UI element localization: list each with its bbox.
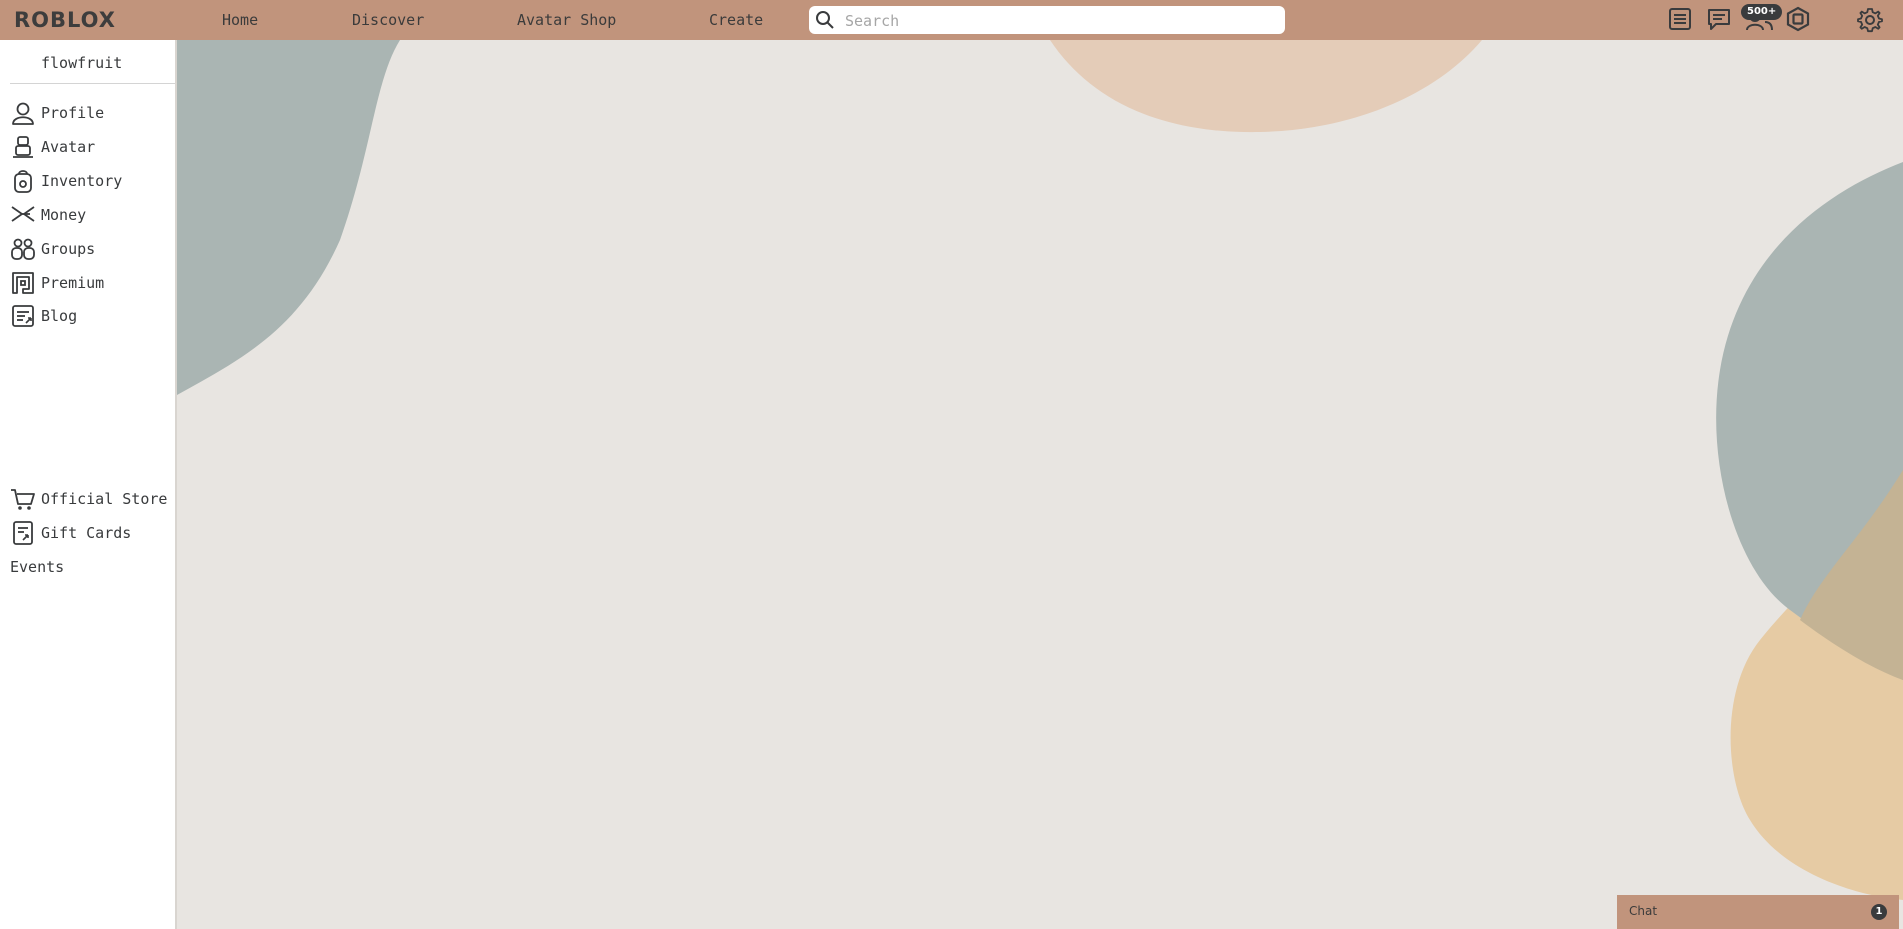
cart-icon: [11, 489, 35, 510]
sidebar-item-label: Inventory: [41, 172, 123, 190]
avatar-icon: [13, 136, 33, 158]
groups-icon: [11, 238, 35, 260]
nav-discover[interactable]: Discover: [352, 11, 424, 29]
sidebar-edge: [175, 40, 177, 929]
username-link[interactable]: flowfruit: [41, 54, 122, 72]
sidebar-item-avatar[interactable]: Avatar: [10, 134, 170, 160]
settings-icon[interactable]: [1856, 6, 1884, 34]
sidebar-item-gift-cards[interactable]: Gift Cards: [10, 520, 170, 546]
sidebar-item-label: Premium: [41, 274, 105, 292]
chat-unread-badge: 1: [1871, 904, 1887, 920]
background-decoration: [177, 40, 1903, 900]
sidebar-item-label: Groups: [41, 240, 96, 258]
sidebar-item-label: Official Store: [41, 490, 168, 508]
sidebar-item-label: Profile: [41, 104, 105, 122]
nav-create[interactable]: Create: [709, 11, 763, 29]
sidebar-item-label: Gift Cards: [41, 524, 132, 542]
inventory-icon: [14, 170, 32, 193]
nav-avatar-shop[interactable]: Avatar Shop: [517, 11, 616, 29]
search-input[interactable]: [843, 9, 1277, 33]
sidebar-item-label: Blog: [41, 307, 78, 325]
gray-blob-left: [177, 40, 400, 395]
money-icon: [11, 206, 35, 222]
nav-home[interactable]: Home: [222, 11, 258, 29]
sidebar-item-blog[interactable]: Blog: [10, 303, 170, 329]
sidebar-item-money[interactable]: Money: [10, 202, 170, 228]
friends-count-badge: 500+: [1741, 4, 1783, 20]
sidebar-item-profile[interactable]: Profile: [10, 100, 170, 126]
messages-icon[interactable]: [1706, 6, 1732, 32]
blog-icon: [12, 305, 34, 327]
top-navigation-bar: ROBLOX Home Discover Avatar Shop Create: [0, 0, 1903, 40]
left-sidebar: flowfruit Profile Avatar Inventory Money: [0, 40, 175, 929]
sidebar-divider: [10, 83, 175, 84]
search-box[interactable]: [809, 6, 1285, 34]
sidebar-item-groups[interactable]: Groups: [10, 236, 170, 262]
profile-icon: [12, 102, 34, 125]
sidebar-item-label: Avatar: [41, 138, 96, 156]
roblox-logo[interactable]: ROBLOX: [14, 8, 116, 32]
peach-blob-top: [1050, 40, 1482, 133]
search-icon: [816, 11, 834, 29]
catalog-icon[interactable]: [1667, 6, 1693, 32]
sidebar-item-premium[interactable]: Premium: [10, 270, 170, 296]
sidebar-item-label: Money: [41, 206, 87, 224]
robux-icon[interactable]: [1785, 6, 1811, 32]
chat-label: Chat: [1629, 904, 1658, 918]
sidebar-item-official-store[interactable]: Official Store: [10, 486, 170, 512]
premium-icon: [12, 272, 34, 294]
gift-card-icon: [13, 521, 33, 545]
sidebar-item-inventory[interactable]: Inventory: [10, 168, 170, 194]
sidebar-events[interactable]: Events: [10, 558, 64, 576]
chat-bar[interactable]: Chat 1: [1617, 895, 1899, 929]
